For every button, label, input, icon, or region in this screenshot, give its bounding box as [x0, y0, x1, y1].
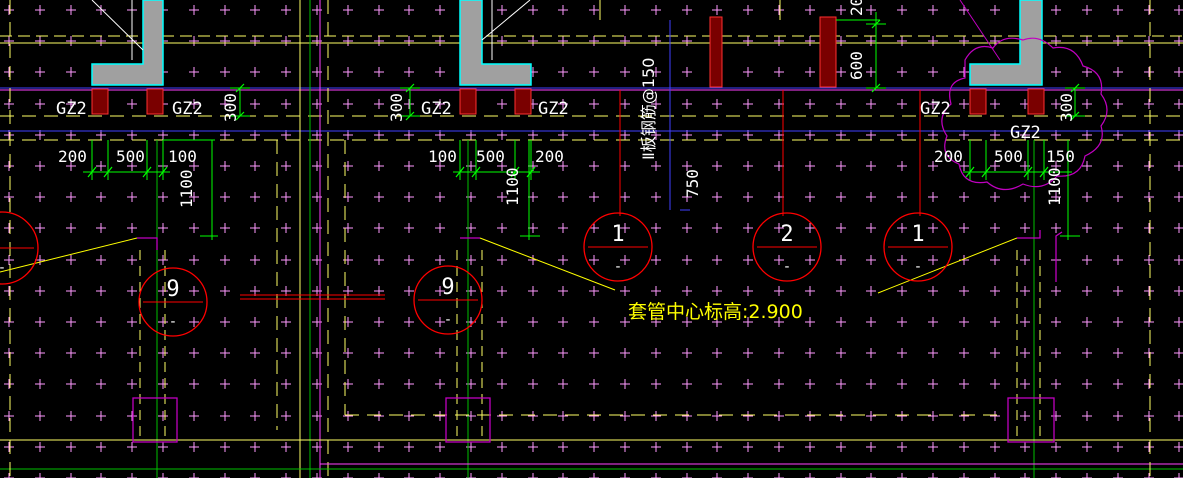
dim-center-200: 200: [847, 0, 866, 16]
cad-drawing: 9-9-1-2-1-- GZ2 GZ2 GZ2 GZ2 GZ2 GZ2 200 …: [0, 0, 1183, 478]
dim-left-300: 300: [221, 93, 240, 122]
marker-sub: -: [0, 260, 6, 276]
dim-mid-1100: 1100: [503, 167, 522, 206]
dim-right-1100: 1100: [1045, 167, 1064, 206]
marker: 9-: [138, 267, 208, 337]
dim-right-300: 300: [1057, 93, 1076, 122]
marker-sub: -: [444, 312, 452, 328]
marker-sub: -: [614, 259, 622, 275]
dim-left-1100: 1100: [177, 169, 196, 208]
marker-number: 9: [166, 277, 179, 302]
dim-right-500: 500: [994, 147, 1023, 166]
marker-sub: -: [914, 259, 922, 275]
column-label: GZ2: [172, 99, 203, 119]
rebar-note: Ⅱ板钢筋@150: [639, 58, 658, 160]
column-label: GZ2: [920, 99, 951, 119]
column-gz2: [459, 88, 477, 115]
column-label: GZ2: [56, 99, 87, 119]
marker-number: 1: [611, 222, 624, 247]
dim-center-750: 750: [683, 169, 702, 198]
marker: 9-: [413, 265, 483, 335]
column-gz2: [1027, 88, 1045, 115]
column-gz2: [91, 88, 109, 115]
column-label: GZ2: [421, 99, 452, 119]
column-label: GZ2: [538, 99, 569, 119]
dim-center-600: 600: [847, 51, 866, 80]
dim-mid-200: 200: [535, 147, 564, 166]
column-pillar: [819, 16, 837, 88]
marker: 1-: [883, 212, 953, 282]
column-gz2: [146, 88, 164, 115]
marker: 2-: [752, 212, 822, 282]
marker-number: 1: [911, 222, 924, 247]
dim-left-500: 500: [116, 147, 145, 166]
dim-mid-300: 300: [387, 93, 406, 122]
column-gz2: [514, 88, 532, 115]
column-gz2: [969, 88, 987, 115]
dim-left-100: 100: [168, 147, 197, 166]
marker-number: 2: [780, 222, 793, 247]
marker-sub: -: [783, 259, 791, 275]
dim-left-200: 200: [58, 147, 87, 166]
dim-mid-100: 100: [428, 147, 457, 166]
sleeve-elevation-note: 套管中心标高:2.900: [628, 301, 803, 323]
marker-sub: -: [169, 314, 177, 330]
marker-number: 9: [441, 275, 454, 300]
marker: 1-: [583, 212, 653, 282]
dim-mid-500: 500: [476, 147, 505, 166]
dim-right-200: 200: [934, 147, 963, 166]
column-pillar: [709, 16, 723, 88]
column-label: GZ2: [1010, 123, 1041, 143]
dim-right-150: 150: [1046, 147, 1075, 166]
